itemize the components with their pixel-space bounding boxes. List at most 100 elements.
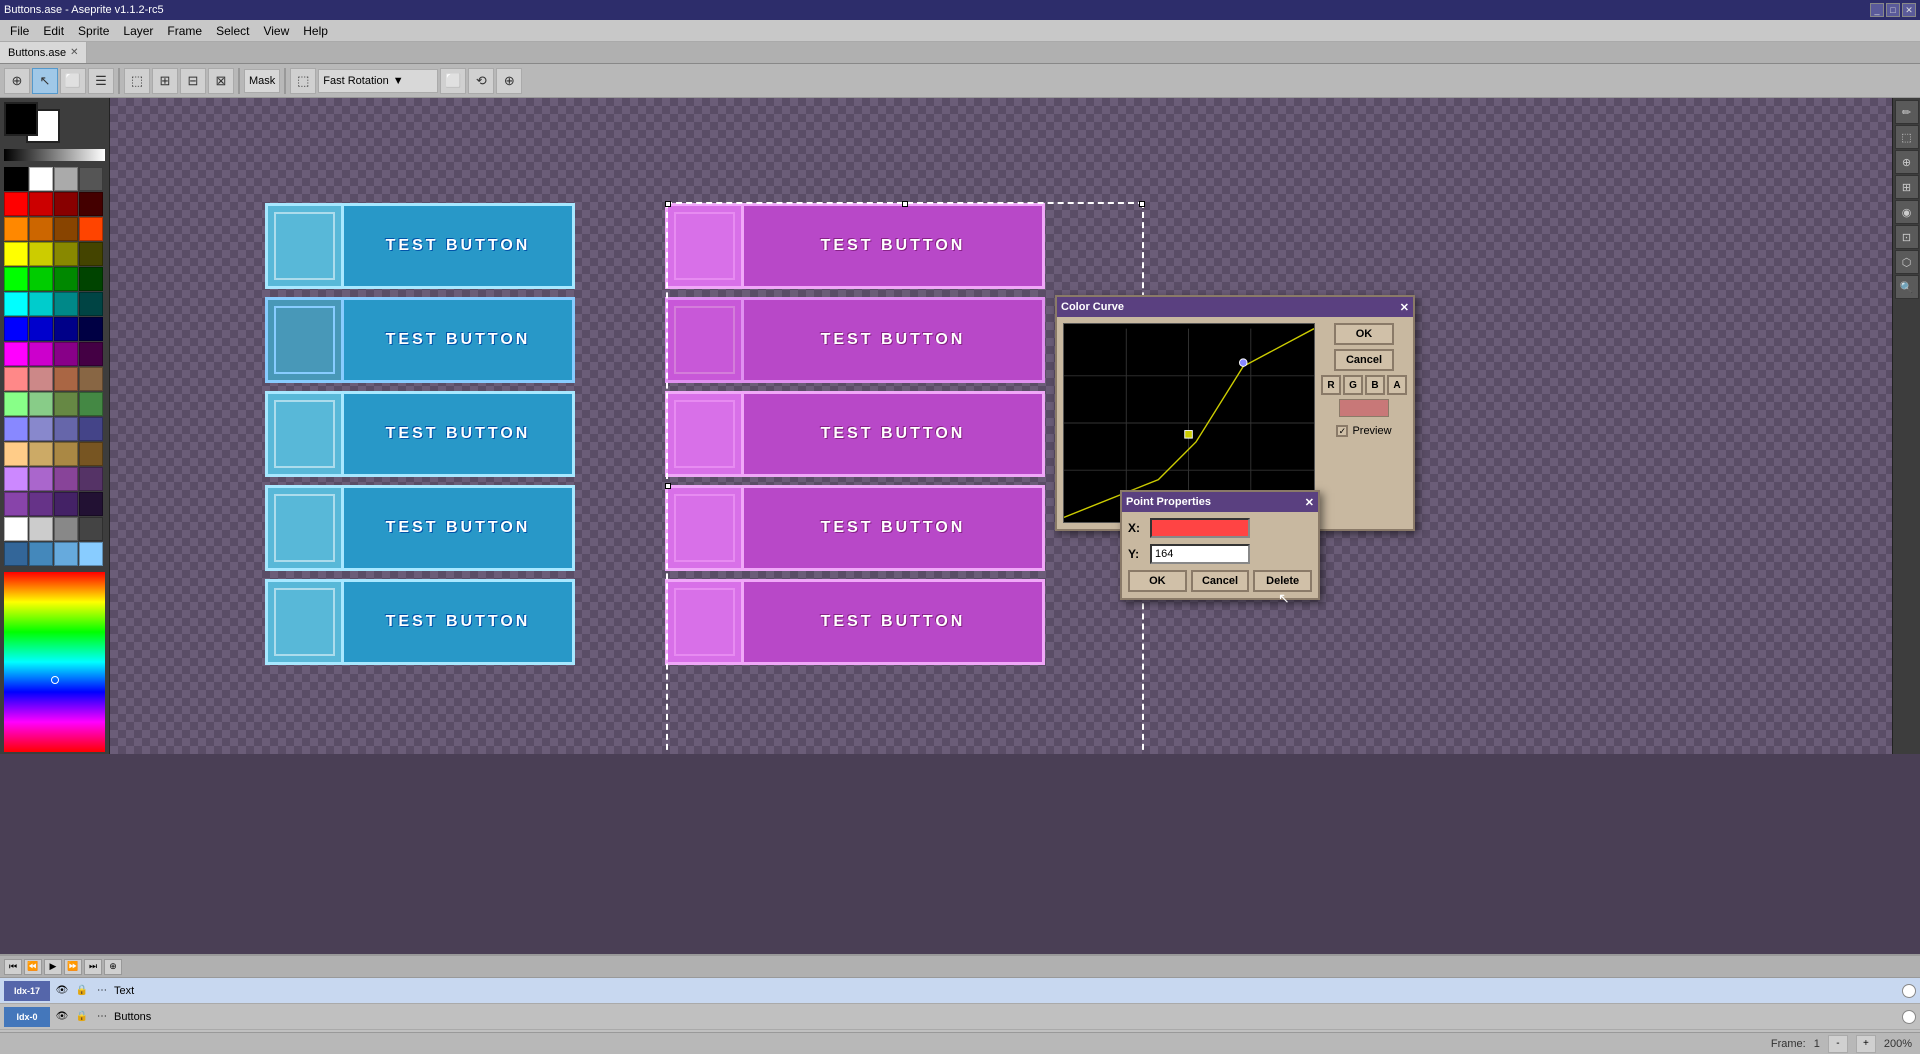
- palette-cell[interactable]: [79, 242, 103, 266]
- palette-cell[interactable]: [4, 192, 28, 216]
- canvas-area[interactable]: TEST BUTTON TEST BUTTON TEST BUTTON: [110, 98, 1892, 754]
- menu-edit[interactable]: Edit: [37, 22, 70, 40]
- palette-cell[interactable]: [29, 267, 53, 291]
- palette-cell[interactable]: [54, 467, 78, 491]
- palette-cell[interactable]: [54, 442, 78, 466]
- color-swatch[interactable]: [1339, 399, 1389, 417]
- palette-cell[interactable]: [29, 467, 53, 491]
- pink-btn-4[interactable]: TEST BUTTON: [665, 485, 1045, 571]
- palette-cell[interactable]: [79, 317, 103, 341]
- palette-cell[interactable]: [4, 342, 28, 366]
- menu-select[interactable]: Select: [210, 22, 255, 40]
- palette-cell[interactable]: [29, 417, 53, 441]
- menu-view[interactable]: View: [257, 22, 295, 40]
- palette-cell[interactable]: [29, 342, 53, 366]
- palette-cell[interactable]: [29, 167, 53, 191]
- right-tool-6[interactable]: ⊡: [1895, 225, 1919, 249]
- palette-cell[interactable]: [79, 392, 103, 416]
- palette-cell[interactable]: [29, 317, 53, 341]
- palette-cell[interactable]: [29, 392, 53, 416]
- y-input[interactable]: [1150, 544, 1250, 564]
- marquee-4[interactable]: ⊠: [208, 68, 234, 94]
- palette-cell[interactable]: [79, 192, 103, 216]
- channel-r[interactable]: R: [1321, 375, 1341, 395]
- right-tool-5[interactable]: ◉: [1895, 200, 1919, 224]
- channel-a[interactable]: A: [1387, 375, 1407, 395]
- foreground-color[interactable]: [4, 102, 38, 136]
- palette-cell[interactable]: [4, 417, 28, 441]
- palette-cell[interactable]: [79, 292, 103, 316]
- palette-cell[interactable]: [54, 342, 78, 366]
- mask-dropdown[interactable]: Mask: [244, 69, 280, 93]
- point-ok-button[interactable]: OK: [1128, 570, 1187, 592]
- color-curve-cancel[interactable]: Cancel: [1334, 349, 1394, 371]
- palette-cell[interactable]: [79, 342, 103, 366]
- pink-btn-1[interactable]: TEST BUTTON: [665, 203, 1045, 289]
- blue-btn-5[interactable]: TEST BUTTON: [265, 579, 575, 665]
- layer-buttons-visible-icon[interactable]: 👁: [54, 1009, 70, 1025]
- new-layer-button[interactable]: ⊕: [4, 68, 30, 94]
- palette-cell[interactable]: [29, 367, 53, 391]
- right-tool-4[interactable]: ⊞: [1895, 175, 1919, 199]
- palette-cell[interactable]: [29, 192, 53, 216]
- palette-cell[interactable]: [29, 492, 53, 516]
- file-tab-close[interactable]: ✕: [70, 47, 78, 58]
- palette-cell[interactable]: [54, 292, 78, 316]
- channel-b[interactable]: B: [1365, 375, 1385, 395]
- palette-cell[interactable]: [29, 517, 53, 541]
- palette-cell[interactable]: [4, 542, 28, 566]
- frame-prev-button[interactable]: -: [1828, 1035, 1848, 1053]
- blue-btn-4[interactable]: TEST BUTTON: [265, 485, 575, 571]
- crop-tool-button[interactable]: ⬜: [60, 68, 86, 94]
- right-tool-2[interactable]: ⬚: [1895, 125, 1919, 149]
- channel-g[interactable]: G: [1343, 375, 1363, 395]
- menu-frame[interactable]: Frame: [161, 22, 208, 40]
- palette-cell[interactable]: [29, 242, 53, 266]
- palette-cell[interactable]: [54, 492, 78, 516]
- layer-text-lock-icon[interactable]: 🔒: [74, 983, 90, 999]
- file-tab-buttons[interactable]: Buttons.ase ✕: [0, 42, 87, 63]
- preview-checkbox[interactable]: ✓: [1336, 425, 1348, 437]
- pink-btn-2[interactable]: TEST BUTTON: [665, 297, 1045, 383]
- color-gradient[interactable]: [4, 572, 105, 752]
- right-tool-8[interactable]: 🔍: [1895, 275, 1919, 299]
- palette-cell[interactable]: [54, 242, 78, 266]
- palette-cell[interactable]: [79, 542, 103, 566]
- palette-cell[interactable]: [4, 317, 28, 341]
- timeline-first[interactable]: ⏮: [4, 959, 22, 975]
- palette-cell[interactable]: [4, 292, 28, 316]
- palette-cell[interactable]: [54, 192, 78, 216]
- x-input[interactable]: [1150, 518, 1250, 538]
- palette-cell[interactable]: [54, 267, 78, 291]
- right-tool-1[interactable]: ✏: [1895, 100, 1919, 124]
- palette-cell[interactable]: [54, 317, 78, 341]
- palette-cell[interactable]: [4, 217, 28, 241]
- transform-1[interactable]: ⬜: [440, 68, 466, 94]
- palette-cell[interactable]: [29, 217, 53, 241]
- close-button[interactable]: ✕: [1902, 3, 1916, 17]
- palette-cell[interactable]: [4, 517, 28, 541]
- palette-cell[interactable]: [79, 517, 103, 541]
- point-cancel-button[interactable]: Cancel: [1191, 570, 1250, 592]
- layer-buttons-row[interactable]: Idx-0 👁 🔒 ⋯ Buttons: [0, 1004, 1920, 1030]
- palette-cell[interactable]: [79, 367, 103, 391]
- palette-cell[interactable]: [4, 492, 28, 516]
- palette-cell[interactable]: [29, 542, 53, 566]
- palette-cell[interactable]: [54, 392, 78, 416]
- timeline-add[interactable]: ⊕: [104, 959, 122, 975]
- palette-cell[interactable]: [4, 367, 28, 391]
- blue-btn-1[interactable]: TEST BUTTON: [265, 203, 575, 289]
- menu-help[interactable]: Help: [297, 22, 334, 40]
- palette-cell[interactable]: [29, 292, 53, 316]
- undo-button[interactable]: ☰: [88, 68, 114, 94]
- transform-2[interactable]: ⟲: [468, 68, 494, 94]
- marquee-2[interactable]: ⊞: [152, 68, 178, 94]
- palette-cell[interactable]: [79, 467, 103, 491]
- menu-sprite[interactable]: Sprite: [72, 22, 115, 40]
- frame-next-button[interactable]: +: [1856, 1035, 1876, 1053]
- palette-cell[interactable]: [4, 242, 28, 266]
- palette-cell[interactable]: [54, 417, 78, 441]
- shade-bar[interactable]: [4, 149, 105, 161]
- menu-file[interactable]: File: [4, 22, 35, 40]
- palette-cell[interactable]: [79, 417, 103, 441]
